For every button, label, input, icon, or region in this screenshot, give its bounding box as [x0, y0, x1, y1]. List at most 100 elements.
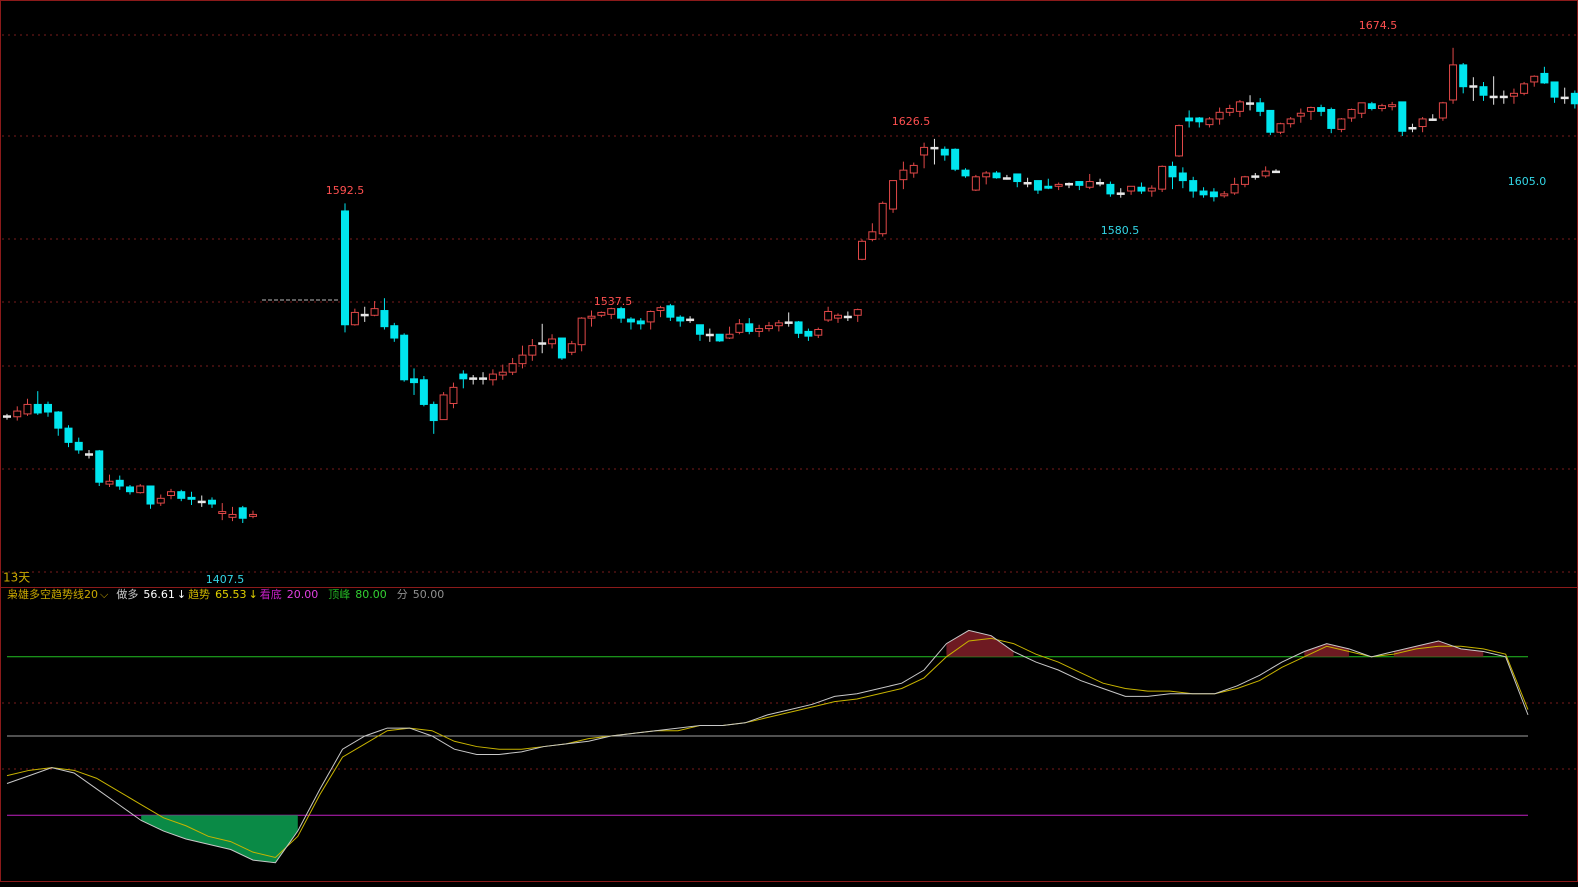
candle-body [805, 331, 812, 336]
candle-body [470, 378, 477, 380]
candle-body [430, 404, 437, 420]
candle-body [529, 346, 536, 355]
candle-body [962, 170, 969, 176]
trend-value: 65.53 [215, 588, 247, 601]
candle-body [460, 374, 467, 379]
candle-body [1561, 97, 1568, 99]
candle-body [489, 374, 496, 380]
candle-body [1221, 194, 1228, 196]
candle-body [726, 334, 733, 338]
candle-body [795, 322, 802, 333]
candle-body [342, 211, 349, 325]
candle-body [1277, 124, 1284, 133]
candle-body [157, 498, 164, 503]
candle-body [1236, 102, 1243, 111]
candle-body [480, 378, 487, 380]
candle-body [568, 344, 575, 353]
price-label: 1592.5 [326, 184, 365, 197]
candle-body [229, 514, 236, 517]
candle-body [1086, 182, 1093, 188]
candle-body [14, 411, 21, 417]
candle-body [106, 481, 113, 484]
candle-body [219, 512, 226, 514]
candle-body [1076, 182, 1083, 186]
candle-body [972, 177, 979, 190]
candle-body [1128, 186, 1135, 191]
candle-body [657, 308, 664, 311]
candle-body [1176, 126, 1183, 156]
candle-body [1358, 103, 1365, 113]
candle-body [1273, 171, 1280, 173]
candle-body [1480, 87, 1487, 96]
candle-body [1206, 119, 1213, 125]
candle-body [869, 232, 876, 240]
candle-body [1034, 181, 1041, 190]
candle-body [1097, 182, 1104, 184]
candle-body [1531, 76, 1538, 82]
candle-body [785, 322, 792, 324]
candle-body [1179, 173, 1186, 181]
candle-body [608, 309, 615, 315]
candle-body [1200, 191, 1207, 195]
candle-body [381, 311, 388, 327]
candle-body [1252, 176, 1259, 178]
candle-body [45, 404, 52, 412]
candle-body [1024, 182, 1031, 184]
candle-body [1450, 65, 1457, 100]
candle-body [941, 149, 948, 155]
indicator-title: 枭雄多空趋势线20 [7, 587, 98, 601]
candle-body [1500, 96, 1507, 98]
period-label: 13天 [3, 571, 30, 585]
dropdown-icon: ⌵ [100, 588, 109, 601]
trend-arrow: ↓ [249, 588, 258, 601]
candle-body [4, 416, 11, 418]
candle-body [1241, 177, 1248, 185]
candle-body [716, 334, 723, 341]
candle-body [910, 165, 917, 173]
candle-body [1510, 93, 1517, 96]
candle-body [519, 355, 526, 364]
candle-body [250, 514, 257, 516]
candle-body [993, 173, 1000, 178]
price-label: 1580.5 [1101, 224, 1140, 237]
candle-body [1066, 183, 1073, 185]
do-long-value: 56.61 [143, 588, 175, 601]
candle-body [96, 451, 103, 482]
candle-body [137, 486, 144, 493]
candle-body [1169, 166, 1176, 176]
candle-body [168, 492, 175, 496]
candle-body [952, 149, 959, 169]
candle-body [677, 317, 684, 321]
candle-body [756, 329, 763, 332]
candle-body [55, 412, 62, 428]
candle-body [618, 309, 625, 318]
candle-body [736, 324, 743, 333]
candle-body [1287, 119, 1294, 124]
do-long-label: 做多 [116, 587, 138, 601]
candle-body [647, 311, 654, 321]
candle-body [24, 404, 31, 413]
candle-body [361, 314, 368, 316]
candle-body [1470, 86, 1477, 88]
candle-body [588, 316, 595, 318]
candle-body [1231, 184, 1238, 193]
candle-body [75, 442, 82, 450]
candles-group [4, 48, 1578, 523]
candle-body [549, 339, 556, 344]
candle-body [627, 319, 634, 322]
candle-body [420, 380, 427, 405]
candle-body [1117, 193, 1124, 195]
candle-body [1159, 166, 1166, 189]
candle-body [1318, 108, 1325, 112]
candle-body [1368, 104, 1375, 109]
candle-body [499, 372, 506, 375]
candle-body [198, 501, 205, 503]
candle-body [1247, 103, 1254, 105]
candle-body [1399, 102, 1406, 131]
candle-body [1541, 73, 1548, 82]
candle-body [1045, 186, 1052, 188]
price-label: 1537.5 [594, 295, 633, 308]
candle-body [371, 309, 378, 316]
candle-body [1409, 127, 1416, 128]
trend-label: 趋势 [188, 588, 210, 601]
